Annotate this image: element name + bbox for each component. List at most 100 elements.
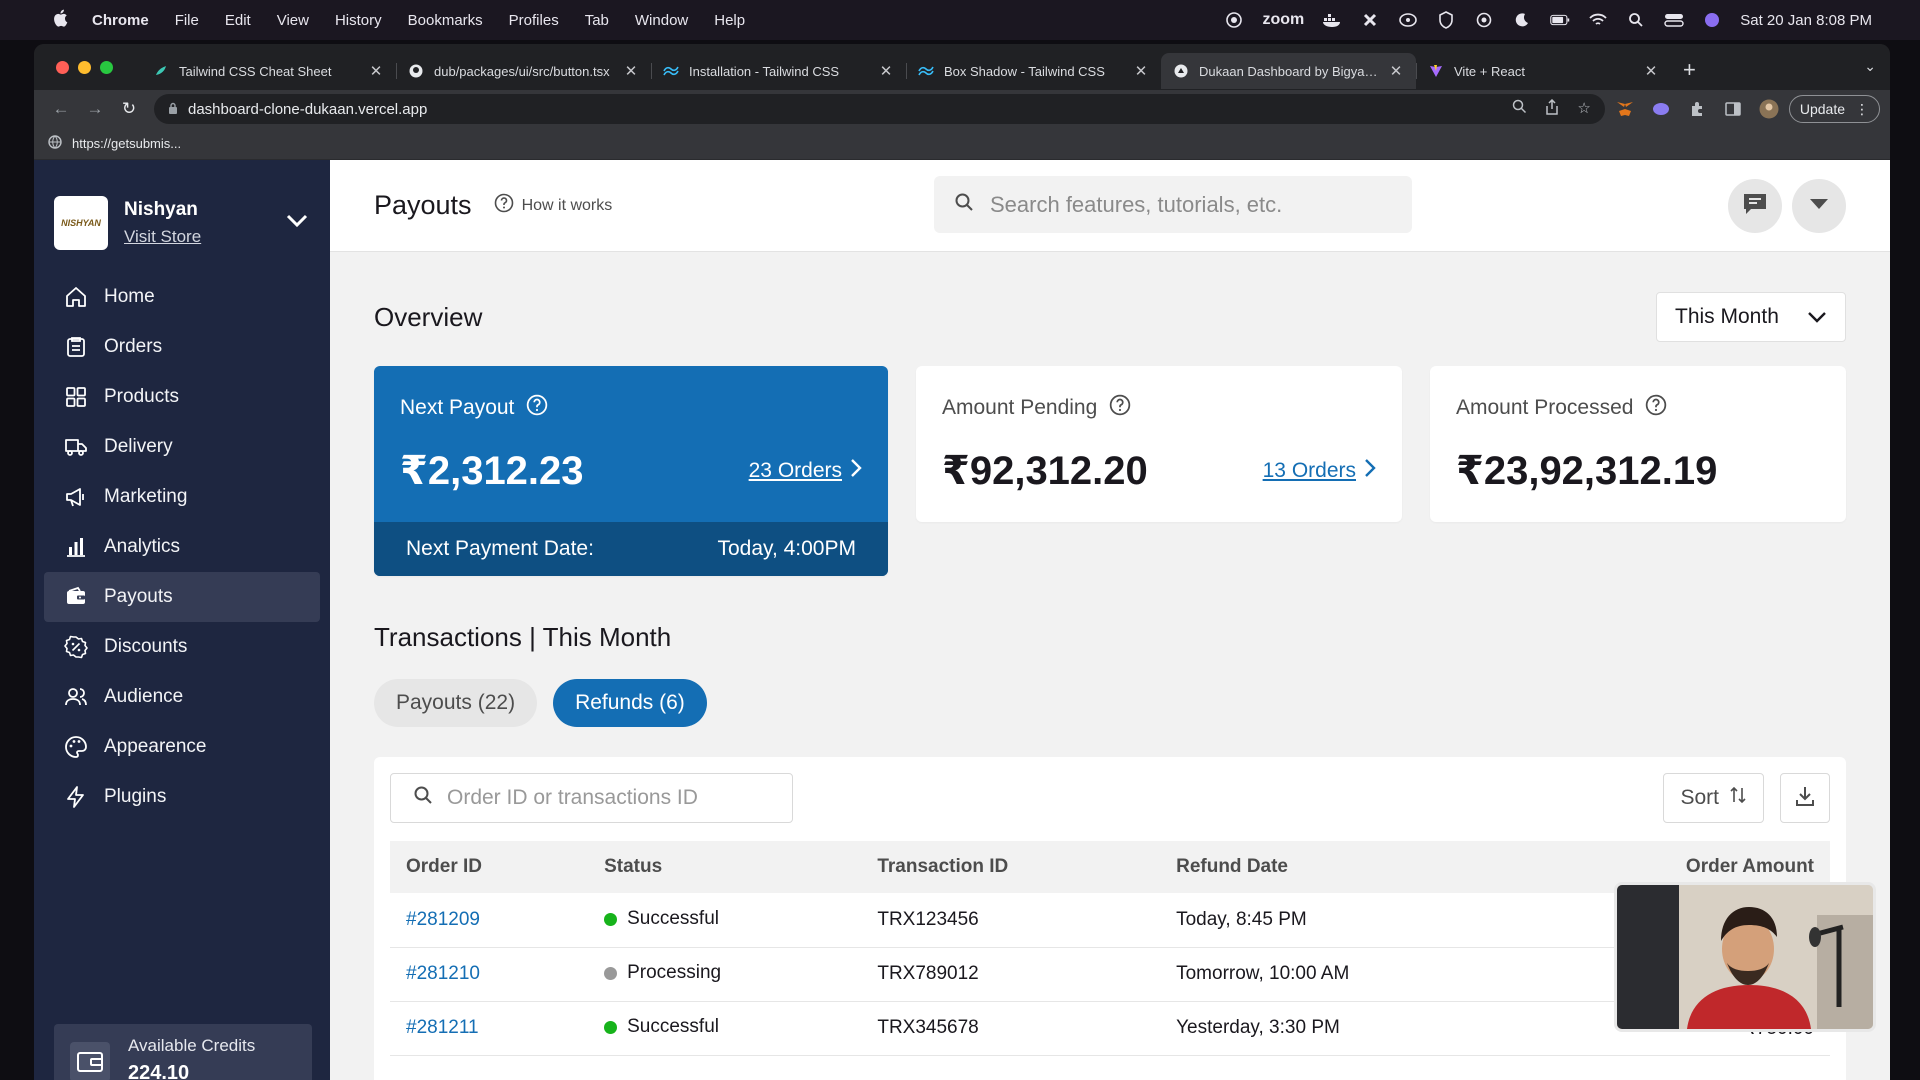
minimize-window-button[interactable] — [78, 60, 91, 74]
help-circle-icon[interactable] — [526, 394, 548, 422]
reload-icon[interactable]: ↻ — [112, 99, 146, 119]
zoom-magnifier-icon[interactable] — [1512, 99, 1527, 119]
order-id-link[interactable]: #281209 — [390, 893, 589, 948]
transaction-search-input[interactable]: Order ID or transactions ID — [390, 773, 793, 823]
vpn-icon[interactable] — [1398, 10, 1418, 30]
order-id-link[interactable]: #281210 — [390, 947, 589, 1002]
bookmark-star-icon[interactable]: ☆ — [1577, 99, 1590, 119]
grammarly-extension-icon[interactable] — [1651, 99, 1671, 119]
column-header-transaction-id[interactable]: Transaction ID — [861, 841, 1161, 893]
menubar-clock[interactable]: Sat 20 Jan 8:08 PM — [1740, 12, 1872, 29]
sidebar-item-products[interactable]: Products — [44, 372, 320, 422]
menu-edit[interactable]: Edit — [225, 12, 251, 29]
screen-share-icon[interactable] — [1224, 10, 1244, 30]
browser-tab[interactable]: Box Shadow - Tailwind CSS ✕ — [906, 53, 1161, 89]
next-payout-orders-link[interactable]: 23 Orders — [749, 458, 862, 484]
menu-bookmarks[interactable]: Bookmarks — [408, 12, 483, 29]
tab-payouts[interactable]: Payouts (22) — [374, 679, 538, 727]
sidebar-item-audience[interactable]: Audience — [44, 672, 320, 722]
announcements-button[interactable] — [1728, 179, 1782, 233]
zoom-status[interactable]: zoom — [1262, 11, 1304, 29]
next-payment-date-bar: Next Payment Date: Today, 4:00PM — [374, 522, 888, 576]
column-header-refund-date[interactable]: Refund Date — [1160, 841, 1537, 893]
sidebar-item-appearence[interactable]: Appearence — [44, 722, 320, 772]
order-id-link[interactable]: #281211 — [390, 1001, 589, 1056]
close-tab-icon[interactable]: ✕ — [623, 62, 639, 80]
kebab-menu-icon[interactable]: ⋮ — [1855, 101, 1869, 118]
menu-view[interactable]: View — [277, 12, 309, 29]
sidebar-item-plugins[interactable]: Plugins — [44, 772, 320, 822]
sidebar-item-home[interactable]: Home — [44, 272, 320, 322]
docker-icon[interactable] — [1322, 10, 1342, 30]
metamask-extension-icon[interactable] — [1615, 99, 1635, 119]
tab-refunds[interactable]: Refunds (6) — [553, 679, 707, 727]
address-bar[interactable]: dashboard-clone-dukaan.vercel.app ☆ — [154, 94, 1605, 124]
close-window-button[interactable] — [56, 60, 69, 74]
close-tab-icon[interactable]: ✕ — [878, 62, 894, 80]
browser-tab[interactable]: Installation - Tailwind CSS ✕ — [651, 53, 906, 89]
spotlight-search-icon[interactable] — [1626, 10, 1646, 30]
profile-menu-button[interactable] — [1792, 179, 1846, 233]
period-select[interactable]: This Month — [1656, 292, 1846, 342]
menu-history[interactable]: History — [335, 12, 382, 29]
chevron-right-icon — [1364, 458, 1376, 484]
forward-arrow-icon[interactable]: → — [78, 99, 112, 119]
menu-file[interactable]: File — [175, 12, 199, 29]
column-header-order-id[interactable]: Order ID — [390, 841, 589, 893]
sidebar-item-marketing[interactable]: Marketing — [44, 472, 320, 522]
shield-icon[interactable] — [1436, 10, 1456, 30]
battery-icon[interactable] — [1550, 10, 1570, 30]
sidebar-item-label: Appearence — [104, 736, 207, 757]
browser-tab-active[interactable]: Dukaan Dashboard by Bigyan Bhattarai ✕ — [1161, 53, 1416, 89]
sidebar-item-analytics[interactable]: Analytics — [44, 522, 320, 572]
url-text[interactable]: dashboard-clone-dukaan.vercel.app — [188, 101, 427, 118]
maximize-window-button[interactable] — [100, 60, 113, 74]
tab-search-chevron-icon[interactable]: ⌄ — [1864, 58, 1876, 75]
sort-button[interactable]: Sort — [1663, 773, 1764, 823]
download-button[interactable] — [1780, 773, 1830, 823]
lock-icon[interactable] — [168, 102, 178, 117]
profile-avatar-icon[interactable] — [1759, 99, 1779, 119]
siri-icon[interactable] — [1702, 10, 1722, 30]
close-tab-icon[interactable]: ✕ — [368, 62, 384, 80]
menu-window[interactable]: Window — [635, 12, 688, 29]
chrome-update-button[interactable]: Update ⋮ — [1788, 95, 1880, 123]
wifi-icon[interactable] — [1588, 10, 1608, 30]
share-icon[interactable] — [1545, 98, 1559, 119]
close-tab-icon[interactable]: ✕ — [1388, 62, 1404, 80]
available-credits-card[interactable]: Available Credits 224.10 — [54, 1024, 312, 1080]
browser-tab[interactable]: Vite + React ✕ — [1416, 53, 1671, 89]
apple-icon[interactable] — [52, 9, 76, 31]
menu-app-name[interactable]: Chrome — [92, 12, 149, 29]
close-tab-icon[interactable]: ✕ — [1643, 62, 1659, 80]
sidebar-item-discounts[interactable]: Discounts — [44, 622, 320, 672]
how-it-works-link[interactable]: How it works — [494, 193, 612, 218]
extensions-puzzle-icon[interactable] — [1687, 99, 1707, 119]
moon-icon[interactable] — [1512, 10, 1532, 30]
menu-tab[interactable]: Tab — [585, 12, 609, 29]
store-switcher[interactable]: NISHYAN Nishyan Visit Store — [34, 160, 330, 264]
record-icon[interactable] — [1474, 10, 1494, 30]
discount-icon — [64, 635, 88, 659]
chevron-down-icon[interactable] — [286, 214, 308, 233]
menu-help[interactable]: Help — [714, 12, 745, 29]
sidebar-item-orders[interactable]: Orders — [44, 322, 320, 372]
browser-tab[interactable]: Tailwind CSS Cheat Sheet ✕ — [141, 53, 396, 89]
column-header-status[interactable]: Status — [588, 841, 862, 893]
help-circle-icon[interactable] — [1645, 394, 1667, 422]
pending-orders-link[interactable]: 13 Orders — [1263, 458, 1376, 484]
visit-store-link[interactable]: Visit Store — [124, 227, 201, 247]
help-circle-icon[interactable] — [1109, 394, 1131, 422]
sidebar-item-payouts[interactable]: Payouts — [44, 572, 320, 622]
menu-profiles[interactable]: Profiles — [509, 12, 559, 29]
side-panel-icon[interactable] — [1723, 99, 1743, 119]
browser-tab[interactable]: dub/packages/ui/src/button.tsx ✕ — [396, 53, 651, 89]
control-center-icon[interactable] — [1664, 10, 1684, 30]
global-search-input[interactable]: Search features, tutorials, etc. — [934, 176, 1412, 233]
raycast-icon[interactable] — [1360, 10, 1380, 30]
new-tab-button[interactable]: + — [1683, 57, 1696, 83]
sidebar-item-delivery[interactable]: Delivery — [44, 422, 320, 472]
back-arrow-icon[interactable]: ← — [44, 99, 78, 119]
close-tab-icon[interactable]: ✕ — [1133, 62, 1149, 80]
bookmark-link[interactable]: https://getsubmis... — [72, 136, 181, 151]
